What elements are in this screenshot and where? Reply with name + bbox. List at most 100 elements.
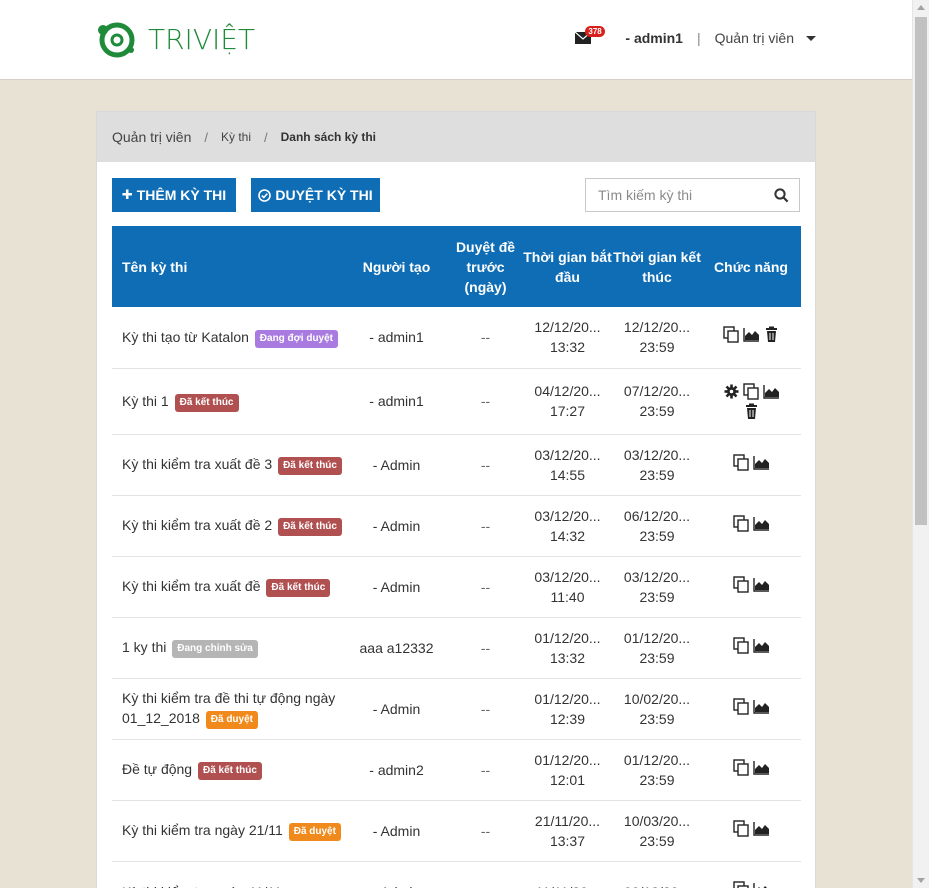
status-badge: Đang đợi duyệt xyxy=(254,329,339,348)
copy-icon[interactable] xyxy=(732,880,750,888)
end-clock: 23:59 xyxy=(639,832,675,849)
chart-icon[interactable] xyxy=(752,454,770,471)
end-clock: 23:59 xyxy=(639,710,675,727)
header-start-time[interactable]: Thời gian bắt đầu xyxy=(522,226,613,307)
scroll-down-icon[interactable] xyxy=(917,878,925,883)
header-exam-name[interactable]: Tên kỳ thi xyxy=(112,226,344,307)
status-badge: Đã duyệt xyxy=(205,711,258,729)
table-row[interactable]: Kỳ thi kiểm tra xuất đề Đã kết thúc - Adm… xyxy=(112,556,801,618)
table-row[interactable]: Kỳ thi 1 Đã kết thúc - admin1 -- 04/12/20..… xyxy=(112,368,801,435)
cell-start-time: 01/12/20... 13:32 xyxy=(522,617,613,679)
exam-name-link[interactable]: 1 ky thi xyxy=(122,639,166,655)
exam-name-link[interactable]: Đề tự động xyxy=(122,761,192,777)
cell-start-time: 11/11/20... xyxy=(522,861,613,888)
brand-logo[interactable]: TRIVIỆT xyxy=(94,14,255,64)
copy-icon[interactable] xyxy=(732,758,750,776)
breadcrumb-admin[interactable]: Quản trị viên xyxy=(112,129,191,145)
chart-icon[interactable] xyxy=(752,881,770,888)
function-icons xyxy=(716,697,786,715)
cell-functions xyxy=(701,861,801,888)
header-end-time[interactable]: Thời gian kết thúc xyxy=(613,226,701,307)
cell-review-days: -- xyxy=(449,495,522,557)
table-row[interactable]: Kỳ thi kiểm tra xuất đề 3 Đã kết thúc - A… xyxy=(112,434,801,496)
search-input[interactable] xyxy=(586,179,766,211)
scroll-thumb[interactable] xyxy=(915,17,927,525)
cell-creator: - Admin xyxy=(344,434,449,496)
breadcrumb-exams[interactable]: Kỳ thi xyxy=(221,130,251,144)
cell-review-days: -- xyxy=(449,861,522,888)
table-row[interactable]: 1 ky thi Đang chỉnh sửa aaa a12332 -- 01/12… xyxy=(112,617,801,679)
role-dropdown[interactable]: Quản trị viên xyxy=(715,30,794,46)
toolbar: ✚ THÊM KỲ THI DUYỆT KỲ THI xyxy=(112,178,800,212)
exam-name-link[interactable]: Kỳ thi kiểm tra xuất đề xyxy=(122,578,261,594)
mail-button[interactable]: 378 xyxy=(575,26,605,44)
table-row[interactable]: Kỳ thi kiểm tra đề thi tự động ngày 01_1… xyxy=(112,678,801,740)
breadcrumb-separator: / xyxy=(204,129,208,145)
chart-icon[interactable] xyxy=(762,383,780,400)
copy-icon[interactable] xyxy=(732,575,750,593)
cell-review-days: -- xyxy=(449,556,522,618)
header-creator[interactable]: Người tạo xyxy=(344,226,449,307)
chart-icon[interactable] xyxy=(742,326,760,343)
exam-name-link[interactable]: Kỳ thi kiểm tra ngày 11/11 xyxy=(122,884,282,888)
exam-name-link[interactable]: Kỳ thi kiểm tra ngày 21/11 xyxy=(122,822,283,838)
page-scrollbar[interactable] xyxy=(912,0,929,888)
cell-creator: - admin1 xyxy=(344,307,449,369)
chart-icon[interactable] xyxy=(752,759,770,776)
table-row[interactable]: Kỳ thi tạo từ Katalon Đang đợi duyệt - ad… xyxy=(112,307,801,369)
copy-icon[interactable] xyxy=(732,514,750,532)
approve-exam-button[interactable]: DUYỆT KỲ THI xyxy=(251,178,380,212)
start-date: 03/12/20... xyxy=(534,446,601,463)
function-icons xyxy=(716,382,786,420)
cell-functions xyxy=(701,307,801,369)
copy-icon[interactable] xyxy=(732,453,750,471)
chart-icon[interactable] xyxy=(752,637,770,654)
end-date: 03/12/20... xyxy=(623,568,691,585)
chart-icon[interactable] xyxy=(752,698,770,715)
status-badge: Đã kết thúc xyxy=(278,457,342,475)
chevron-down-icon[interactable] xyxy=(806,35,816,41)
settings-icon[interactable] xyxy=(723,383,740,400)
copy-icon[interactable] xyxy=(732,819,750,837)
header-review-days[interactable]: Duyệt đề trước (ngày) xyxy=(449,226,522,307)
end-date: 01/12/20... xyxy=(623,751,691,768)
exam-name-link[interactable]: Kỳ thi 1 xyxy=(122,393,169,409)
cell-creator: aaa a12332 xyxy=(344,617,449,679)
start-clock: 13:32 xyxy=(549,339,586,356)
exam-name-link[interactable]: Kỳ thi tạo từ Katalon xyxy=(122,329,249,345)
chart-icon[interactable] xyxy=(752,820,770,837)
exam-name-link[interactable]: Kỳ thi kiểm tra xuất đề 2 xyxy=(122,517,272,533)
cell-exam-name: Kỳ thi kiểm tra đề thi tự động ngày 01_1… xyxy=(112,678,344,740)
brand-name: TRIVIỆT xyxy=(148,22,256,56)
copy-icon[interactable] xyxy=(732,636,750,654)
copy-icon[interactable] xyxy=(742,382,760,400)
cell-exam-name: Kỳ thi kiểm tra ngày 11/11 xyxy=(112,861,344,888)
chart-icon[interactable] xyxy=(752,515,770,532)
end-date: 01/12/20... xyxy=(623,629,691,646)
table-row[interactable]: Kỳ thi kiểm tra ngày 11/11 - Admin--11/1… xyxy=(112,861,801,888)
trash-icon[interactable] xyxy=(743,403,760,420)
search-icon[interactable] xyxy=(774,188,789,203)
end-clock: 23:59 xyxy=(639,649,675,666)
cell-functions xyxy=(701,495,801,557)
scroll-up-icon[interactable] xyxy=(917,5,925,10)
copy-icon[interactable] xyxy=(732,697,750,715)
cell-exam-name: Kỳ thi 1 Đã kết thúc xyxy=(112,368,344,435)
start-clock: 12:01 xyxy=(549,771,586,788)
cell-review-days: -- xyxy=(449,434,522,496)
add-exam-button[interactable]: ✚ THÊM KỲ THI xyxy=(112,178,236,212)
table-row[interactable]: Kỳ thi kiểm tra ngày 21/11 Đã duyệt - Adm… xyxy=(112,800,801,862)
chart-icon[interactable] xyxy=(752,576,770,593)
cell-creator: - Admin xyxy=(344,556,449,618)
exam-name-link[interactable]: Kỳ thi kiểm tra xuất đề 3 xyxy=(122,456,272,472)
trash-icon[interactable] xyxy=(763,326,780,343)
copy-icon[interactable] xyxy=(722,326,740,343)
function-icons xyxy=(716,636,786,654)
table-row[interactable]: Kỳ thi kiểm tra xuất đề 2 Đã kết thúc - A… xyxy=(112,495,801,557)
table-row[interactable]: Đề tự động Đã kết thúc - admin2 -- 01/12/20… xyxy=(112,739,801,801)
end-date: 07/12/20... xyxy=(623,383,691,399)
breadcrumb: Quản trị viên / Kỳ thi / Danh sách kỳ th… xyxy=(97,112,815,162)
status-badge: Đang chỉnh sửa xyxy=(172,640,258,658)
cell-creator: - Admin xyxy=(344,495,449,557)
cell-end-time: 01/12/20... 23:59 xyxy=(613,617,701,679)
